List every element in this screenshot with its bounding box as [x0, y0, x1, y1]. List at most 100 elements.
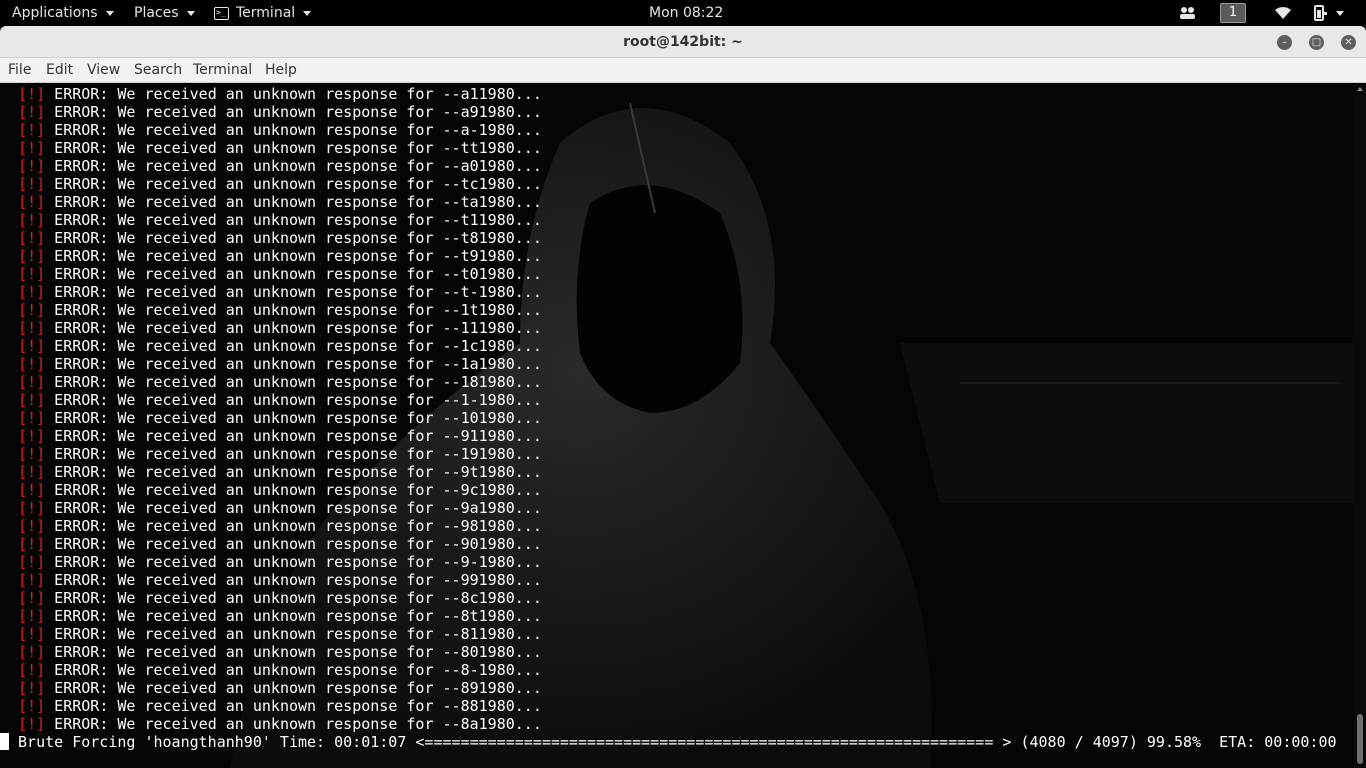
- terminal-line: [!] ERROR: We received an unknown respon…: [0, 679, 1354, 697]
- attempted-password: --1c1980...: [442, 337, 542, 355]
- error-prefix: [!]: [18, 103, 46, 121]
- attempted-password: --8-1980...: [442, 661, 542, 679]
- close-icon[interactable]: ✕: [1341, 35, 1356, 50]
- attempted-password: --9a1980...: [442, 499, 542, 517]
- error-prefix: [!]: [18, 157, 46, 175]
- terminal-line: [!] ERROR: We received an unknown respon…: [0, 517, 1354, 535]
- error-message: ERROR: We received an unknown response f…: [45, 121, 443, 139]
- terminal-scrollbar[interactable]: [1354, 83, 1366, 768]
- terminal-app-label: Terminal: [236, 5, 296, 21]
- error-prefix: [!]: [18, 175, 46, 193]
- error-message: ERROR: We received an unknown response f…: [45, 661, 443, 679]
- error-message: ERROR: We received an unknown response f…: [45, 85, 443, 103]
- error-message: ERROR: We received an unknown response f…: [45, 283, 443, 301]
- terminal-line: [!] ERROR: We received an unknown respon…: [0, 643, 1354, 661]
- error-prefix: [!]: [18, 463, 46, 481]
- error-prefix: [!]: [18, 355, 46, 373]
- error-prefix: [!]: [18, 247, 46, 265]
- terminal-line: [!] ERROR: We received an unknown respon…: [0, 103, 1354, 121]
- error-message: ERROR: We received an unknown response f…: [45, 697, 443, 715]
- terminal-line: [!] ERROR: We received an unknown respon…: [0, 445, 1354, 463]
- error-prefix: [!]: [18, 499, 46, 517]
- menu-view[interactable]: View: [87, 58, 120, 83]
- menu-search[interactable]: Search: [134, 58, 182, 83]
- error-prefix: [!]: [18, 571, 46, 589]
- error-prefix: [!]: [18, 427, 46, 445]
- menu-bar: File Edit View Search Terminal Help: [0, 58, 1366, 83]
- terminal-line: [!] ERROR: We received an unknown respon…: [0, 121, 1354, 139]
- error-prefix: [!]: [18, 193, 46, 211]
- scroll-up-arrow-icon[interactable]: [1357, 87, 1363, 91]
- attempted-password: --tc1980...: [442, 175, 542, 193]
- places-menu[interactable]: Places: [134, 0, 195, 26]
- power-menu[interactable]: [1312, 0, 1344, 26]
- maximize-icon[interactable]: □: [1309, 35, 1324, 50]
- menu-terminal[interactable]: Terminal: [193, 58, 252, 83]
- scrollbar-thumb[interactable]: [1357, 714, 1363, 764]
- attempted-password: --1-1980...: [442, 391, 542, 409]
- menu-help[interactable]: Help: [265, 58, 297, 83]
- error-prefix: [!]: [18, 589, 46, 607]
- error-message: ERROR: We received an unknown response f…: [45, 319, 443, 337]
- error-message: ERROR: We received an unknown response f…: [45, 229, 443, 247]
- title-bar[interactable]: root@142bit: ~ – □ ✕: [0, 26, 1366, 58]
- error-message: ERROR: We received an unknown response f…: [45, 517, 443, 535]
- terminal-line: [!] ERROR: We received an unknown respon…: [0, 211, 1354, 229]
- attempted-password: --101980...: [442, 409, 542, 427]
- terminal-line: [!] ERROR: We received an unknown respon…: [0, 265, 1354, 283]
- terminal-lines: [!] ERROR: We received an unknown respon…: [0, 85, 1354, 733]
- attempted-password: --t91980...: [442, 247, 542, 265]
- attempted-password: --t81980...: [442, 229, 542, 247]
- wifi-icon[interactable]: [1274, 0, 1292, 26]
- error-message: ERROR: We received an unknown response f…: [45, 409, 443, 427]
- error-message: ERROR: We received an unknown response f…: [45, 499, 443, 517]
- error-message: ERROR: We received an unknown response f…: [45, 571, 443, 589]
- error-prefix: [!]: [18, 139, 46, 157]
- brute-force-status-line: Brute Forcing 'hoangthanh90' Time: 00:01…: [0, 733, 1354, 751]
- error-message: ERROR: We received an unknown response f…: [45, 625, 443, 643]
- error-message: ERROR: We received an unknown response f…: [45, 643, 443, 661]
- error-message: ERROR: We received an unknown response f…: [45, 535, 443, 553]
- terminal-output[interactable]: [!] ERROR: We received an unknown respon…: [0, 83, 1354, 768]
- terminal-line: [!] ERROR: We received an unknown respon…: [0, 301, 1354, 319]
- menu-edit[interactable]: Edit: [46, 58, 73, 83]
- chevron-down-icon: [186, 10, 195, 16]
- terminal-cursor: [0, 733, 9, 750]
- error-prefix: [!]: [18, 373, 46, 391]
- error-message: ERROR: We received an unknown response f…: [45, 427, 443, 445]
- terminal-line: [!] ERROR: We received an unknown respon…: [0, 355, 1354, 373]
- error-message: ERROR: We received an unknown response f…: [45, 445, 443, 463]
- workspace-switcher-icon[interactable]: [1179, 0, 1197, 26]
- attempted-password: --9-1980...: [442, 553, 542, 571]
- attempted-password: --8c1980...: [442, 589, 542, 607]
- terminal-app-menu[interactable]: >_ Terminal: [214, 0, 312, 26]
- error-prefix: [!]: [18, 301, 46, 319]
- terminal-line: [!] ERROR: We received an unknown respon…: [0, 193, 1354, 211]
- clock[interactable]: Mon 08:22: [649, 0, 723, 26]
- applications-menu[interactable]: Applications: [12, 0, 114, 26]
- minimize-icon[interactable]: –: [1277, 35, 1292, 50]
- workspace-indicator[interactable]: 1: [1220, 0, 1246, 26]
- attempted-password: --801980...: [442, 643, 542, 661]
- attempted-password: --ta1980...: [442, 193, 542, 211]
- error-prefix: [!]: [18, 265, 46, 283]
- terminal-line: [!] ERROR: We received an unknown respon…: [0, 319, 1354, 337]
- error-message: ERROR: We received an unknown response f…: [45, 607, 443, 625]
- menu-file[interactable]: File: [8, 58, 31, 83]
- error-prefix: [!]: [18, 319, 46, 337]
